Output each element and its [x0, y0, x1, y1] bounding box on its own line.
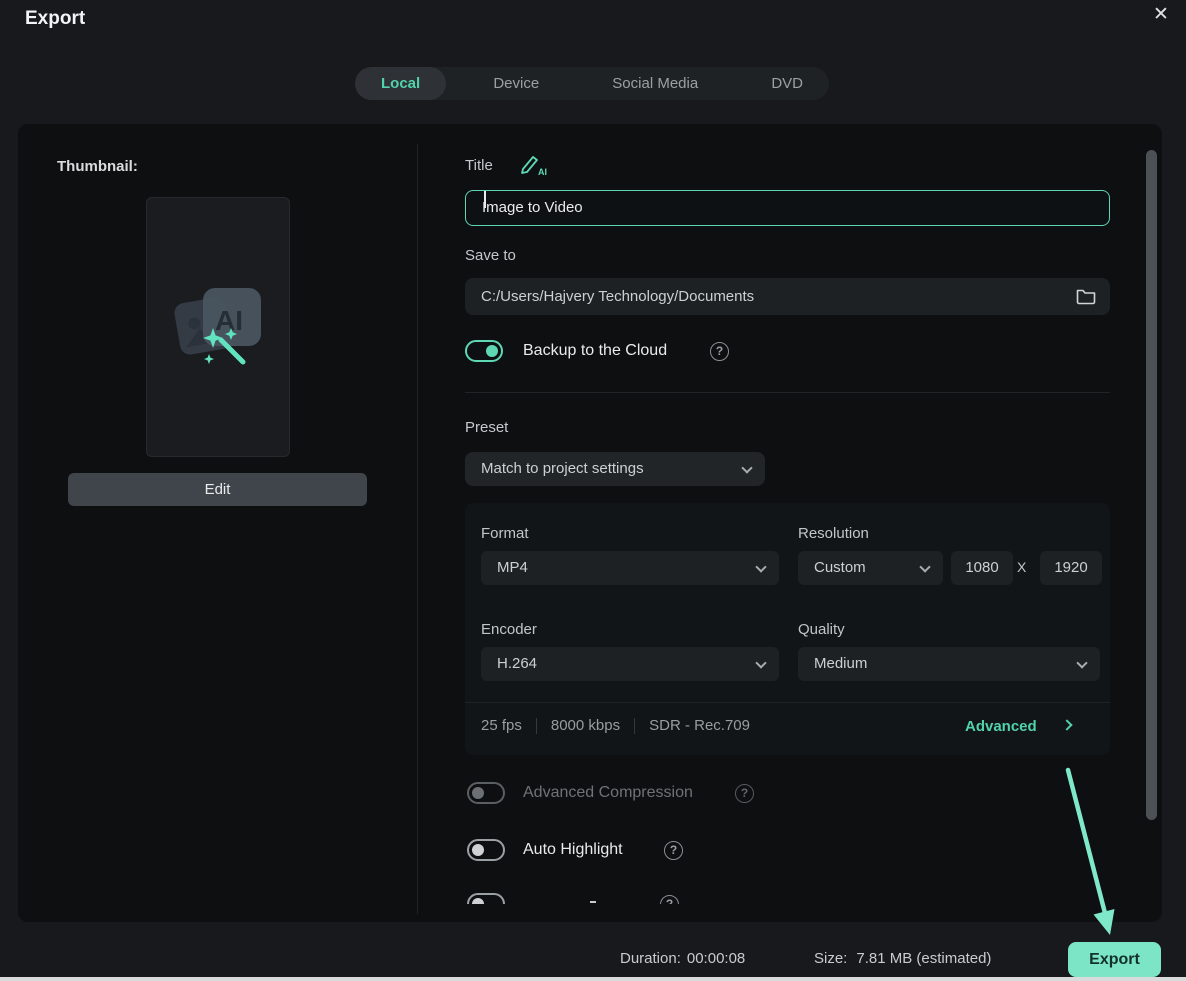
toggle-knob: [472, 787, 484, 799]
auto-highlight-toggle[interactable]: [467, 839, 505, 861]
svg-text:AI: AI: [215, 305, 243, 336]
dialog-title: Export: [25, 8, 86, 29]
chevron-down-icon: [1076, 657, 1088, 669]
resolution-dropdown[interactable]: Custom: [798, 551, 943, 585]
partial-toggle[interactable]: [467, 893, 505, 904]
duration-label: Duration:: [620, 950, 681, 967]
export-card: Thumbnail: AI Edit Title AI Image to Vid…: [18, 124, 1162, 922]
tab-social-media[interactable]: Social Media: [586, 67, 724, 100]
encoder-dropdown[interactable]: H.264: [481, 647, 779, 681]
advanced-compression-label: Advanced Compression: [523, 784, 693, 801]
toggle-knob: [486, 345, 498, 357]
quality-label: Quality: [798, 621, 845, 638]
chevron-down-icon: [755, 657, 767, 669]
folder-icon[interactable]: [1076, 287, 1096, 305]
tab-bar: Local Device Social Media DVD: [355, 67, 829, 100]
fps-value: 25 fps: [481, 717, 522, 734]
partial-label: [590, 901, 596, 903]
title-value: Image to Video: [482, 199, 583, 216]
encoder-label: Encoder: [481, 621, 537, 638]
help-icon[interactable]: [710, 342, 729, 361]
section-divider: [465, 392, 1110, 393]
quality-value: Medium: [814, 655, 868, 672]
format-dropdown[interactable]: MP4: [481, 551, 779, 585]
edit-button[interactable]: Edit: [68, 473, 367, 506]
ai-edit-icon[interactable]: AI: [519, 153, 549, 177]
chevron-right-icon[interactable]: [1061, 719, 1073, 731]
duration-value: 00:00:08: [686, 950, 746, 967]
preset-dropdown[interactable]: Match to project settings: [465, 452, 765, 486]
thumbnail-preview[interactable]: AI: [146, 197, 290, 457]
toggle-knob: [472, 844, 484, 856]
tab-local[interactable]: Local: [355, 67, 447, 100]
title-label: Title: [465, 157, 493, 174]
size-text: Size: 7.81 MB (estimated): [814, 950, 991, 967]
format-value: MP4: [497, 559, 528, 576]
chevron-down-icon: [741, 462, 753, 474]
svg-text:AI: AI: [538, 167, 547, 177]
close-icon[interactable]: ✕: [1148, 2, 1174, 28]
quality-dropdown[interactable]: Medium: [798, 647, 1100, 681]
tab-dvd[interactable]: DVD: [745, 67, 829, 100]
ai-image-icon: AI: [174, 288, 261, 365]
resolution-value: Custom: [814, 559, 866, 576]
preset-value: Match to project settings: [481, 460, 644, 477]
advanced-link[interactable]: Advanced: [965, 718, 1037, 735]
auto-highlight-label: Auto Highlight: [523, 841, 623, 858]
thumbnail-label: Thumbnail:: [57, 158, 138, 175]
encoder-value: H.264: [497, 655, 538, 672]
size-value: 7.81 MB (estimated): [856, 950, 992, 967]
partial-help-icon: [660, 895, 679, 904]
backup-label: Backup to the Cloud: [523, 342, 668, 359]
bitrate-value: 8000 kbps: [550, 717, 621, 734]
advanced-compression-toggle[interactable]: [467, 782, 505, 804]
stream-info: 25 fps 8000 kbps SDR - Rec.709: [481, 717, 750, 734]
toggle-knob: [472, 898, 484, 904]
chevron-down-icon: [755, 561, 767, 573]
save-to-label: Save to: [465, 247, 516, 264]
save-path-field[interactable]: C:/Users/Hajvery Technology/Documents: [465, 278, 1110, 315]
export-button[interactable]: Export: [1068, 942, 1161, 977]
title-input[interactable]: Image to Video: [465, 190, 1110, 226]
help-icon[interactable]: [664, 841, 683, 860]
info-divider: [634, 717, 636, 734]
text-caret: [484, 191, 486, 208]
save-path-value: C:/Users/Hajvery Technology/Documents: [481, 288, 755, 305]
backup-toggle[interactable]: [465, 340, 503, 362]
clipped-toggle-row: [465, 893, 1110, 904]
scrollbar[interactable]: [1146, 150, 1157, 820]
duration-text: Duration: 00:00:08: [620, 950, 745, 967]
help-icon[interactable]: [735, 784, 754, 803]
size-label: Size:: [814, 950, 848, 967]
chevron-down-icon: [919, 561, 931, 573]
settings-panel: Format Resolution MP4 Custom 1080 X 1920…: [465, 503, 1110, 755]
resolution-x-label: X: [1017, 559, 1027, 575]
resolution-width-field[interactable]: 1080: [951, 551, 1013, 585]
tab-device[interactable]: Device: [467, 67, 565, 100]
settings-divider: [465, 702, 1110, 703]
resolution-label: Resolution: [798, 525, 869, 542]
panel-divider: [417, 144, 418, 914]
preset-label: Preset: [465, 419, 509, 436]
window-bottom-edge: [0, 977, 1186, 981]
resolution-height-field[interactable]: 1920: [1040, 551, 1102, 585]
colorspace-value: SDR - Rec.709: [649, 717, 750, 734]
format-label: Format: [481, 525, 529, 542]
info-divider: [535, 717, 537, 734]
